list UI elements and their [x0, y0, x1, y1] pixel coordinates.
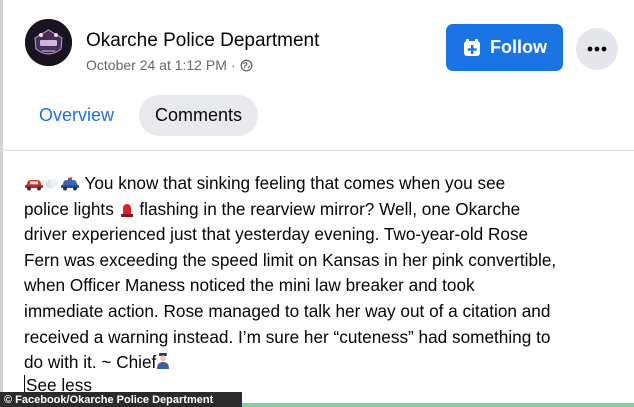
- police-car-icon: [61, 177, 79, 191]
- globe-icon: [240, 59, 252, 71]
- post-line-6: immediate action. Rose managed to talk h…: [24, 300, 551, 321]
- post-line-8-text: do with it. ~ Chief: [24, 352, 157, 373]
- more-options-button[interactable]: [576, 28, 618, 70]
- post-line-4: Fern was exceeding the speed limit on Ka…: [24, 249, 557, 270]
- post-line-5: when Officer Maness noticed the mini law…: [24, 275, 475, 296]
- meta-separator: ·: [230, 57, 236, 73]
- tab-comments[interactable]: Comments: [139, 95, 259, 136]
- follow-page-icon: [464, 38, 480, 56]
- post-body: You know that sinking feeling that comes…: [24, 171, 624, 376]
- bottom-edge: [242, 403, 634, 407]
- page-name[interactable]: Okarche Police Department: [86, 30, 319, 52]
- post-date[interactable]: October 24 at 1:12 PM: [86, 57, 227, 73]
- follow-label: Follow: [490, 37, 547, 57]
- avatar[interactable]: [25, 19, 72, 66]
- divider: [0, 150, 634, 151]
- post-line-3: driver experienced just that yesterday e…: [24, 224, 529, 245]
- watermark: © Facebook/Okarche Police Department: [0, 392, 242, 407]
- post-meta: October 24 at 1:12 PM ·: [86, 57, 253, 73]
- post-line-8: do with it. ~ Chief: [24, 350, 624, 376]
- red-car-icon: [25, 180, 43, 191]
- follow-button[interactable]: Follow: [446, 24, 563, 71]
- post-line-1: You know that sinking feeling that comes…: [24, 171, 624, 197]
- post-line-2a-text: police lights: [24, 198, 119, 219]
- post-line-2b-text: flashing in the rearview mirror? Well, o…: [134, 198, 521, 219]
- post-line-1-text: You know that sinking feeling that comes…: [80, 173, 506, 193]
- tab-overview[interactable]: Overview: [24, 95, 129, 136]
- dash-icon: [45, 179, 58, 189]
- police-officer-icon: [157, 353, 170, 370]
- more-dots-icon: [587, 46, 607, 52]
- police-light-icon: [120, 203, 133, 217]
- window-edge: [0, 0, 3, 407]
- police-badge-icon: [25, 19, 72, 66]
- post-line-2: police lights flashing in the rearview m…: [24, 197, 624, 223]
- post-line-7: received a warning instead. I’m sure her…: [24, 326, 551, 347]
- tab-bar: Overview Comments: [24, 95, 259, 136]
